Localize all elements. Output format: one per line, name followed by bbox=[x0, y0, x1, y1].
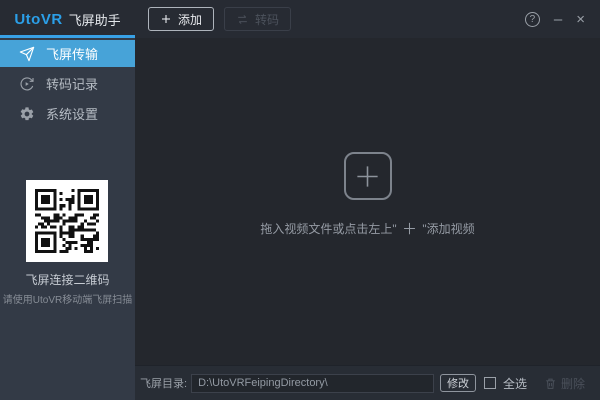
modify-directory-button[interactable]: 修改 bbox=[440, 374, 477, 392]
main-content: 拖入视频文件或点击左上" ＋ "添加视频 bbox=[135, 38, 600, 365]
titlebar: UtoVR 飞屏助手 添加 转码 ? – × bbox=[0, 0, 600, 38]
feiping-directory-label: 飞屏目录: bbox=[140, 378, 188, 390]
app-name-text: 飞屏助手 bbox=[68, 12, 121, 28]
hint-suffix: "添加视频 bbox=[419, 222, 475, 236]
history-play-icon bbox=[19, 76, 35, 92]
transcode-button-label: 转码 bbox=[255, 12, 280, 27]
qr-code bbox=[26, 180, 108, 262]
select-all-checkbox[interactable] bbox=[483, 377, 496, 389]
select-all-group: 全选 bbox=[483, 375, 527, 392]
trash-icon bbox=[544, 377, 557, 390]
sidebar-item-label: 飞屏传输 bbox=[46, 47, 99, 62]
sidebar-nav: 飞屏传输 转码记录 系统设置 bbox=[0, 38, 135, 127]
hint-plus-glyph: ＋ bbox=[401, 221, 417, 238]
qr-caption: 飞屏连接二维码 bbox=[25, 273, 110, 287]
feiping-directory-input[interactable] bbox=[191, 373, 435, 393]
dropzone-hint: 拖入视频文件或点击左上" ＋ "添加视频 bbox=[135, 218, 600, 239]
brand-text: UtoVR bbox=[14, 10, 63, 28]
app-logo: UtoVR 飞屏助手 bbox=[0, 10, 135, 29]
add-video-dropzone[interactable] bbox=[343, 152, 392, 200]
select-all-label: 全选 bbox=[502, 376, 527, 391]
delete-label: 删除 bbox=[560, 376, 585, 391]
sidebar-item-label: 转码记录 bbox=[46, 77, 99, 92]
add-button-label: 添加 bbox=[178, 12, 203, 27]
gear-icon bbox=[19, 106, 35, 122]
sidebar-item-feiping-transfer[interactable]: 飞屏传输 bbox=[0, 40, 135, 67]
sidebar-item-transcode-history[interactable]: 转码记录 bbox=[0, 70, 135, 97]
plus-icon bbox=[160, 13, 172, 25]
minimize-icon[interactable]: – bbox=[554, 12, 562, 27]
accent-underline bbox=[0, 35, 135, 38]
window-controls: ? – × bbox=[524, 11, 600, 27]
paper-plane-icon bbox=[19, 46, 35, 62]
qr-hint: 请使用UtoVR移动端飞屏扫描 bbox=[2, 295, 133, 306]
add-video-button[interactable]: 添加 bbox=[148, 7, 215, 31]
help-icon[interactable]: ? bbox=[524, 11, 540, 27]
close-icon[interactable]: × bbox=[576, 12, 585, 27]
delete-button[interactable]: 删除 bbox=[544, 375, 585, 392]
app-window: UtoVR 飞屏助手 添加 转码 ? – × 飞屏传输 转码记录 系统设置 飞屏… bbox=[0, 0, 600, 400]
plus-icon bbox=[354, 163, 381, 190]
sidebar: 飞屏传输 转码记录 系统设置 飞屏连接二维码 请使用UtoVR移动端飞屏扫描 bbox=[0, 38, 135, 400]
sidebar-item-system-settings[interactable]: 系统设置 bbox=[0, 100, 135, 127]
hint-prefix: 拖入视频文件或点击左上" bbox=[260, 222, 400, 236]
transfer-arrows-icon bbox=[236, 13, 249, 26]
transcode-button[interactable]: 转码 bbox=[224, 7, 292, 31]
sidebar-item-label: 系统设置 bbox=[46, 107, 99, 122]
bottom-bar: 飞屏目录: 修改 全选 删除 bbox=[135, 365, 600, 400]
